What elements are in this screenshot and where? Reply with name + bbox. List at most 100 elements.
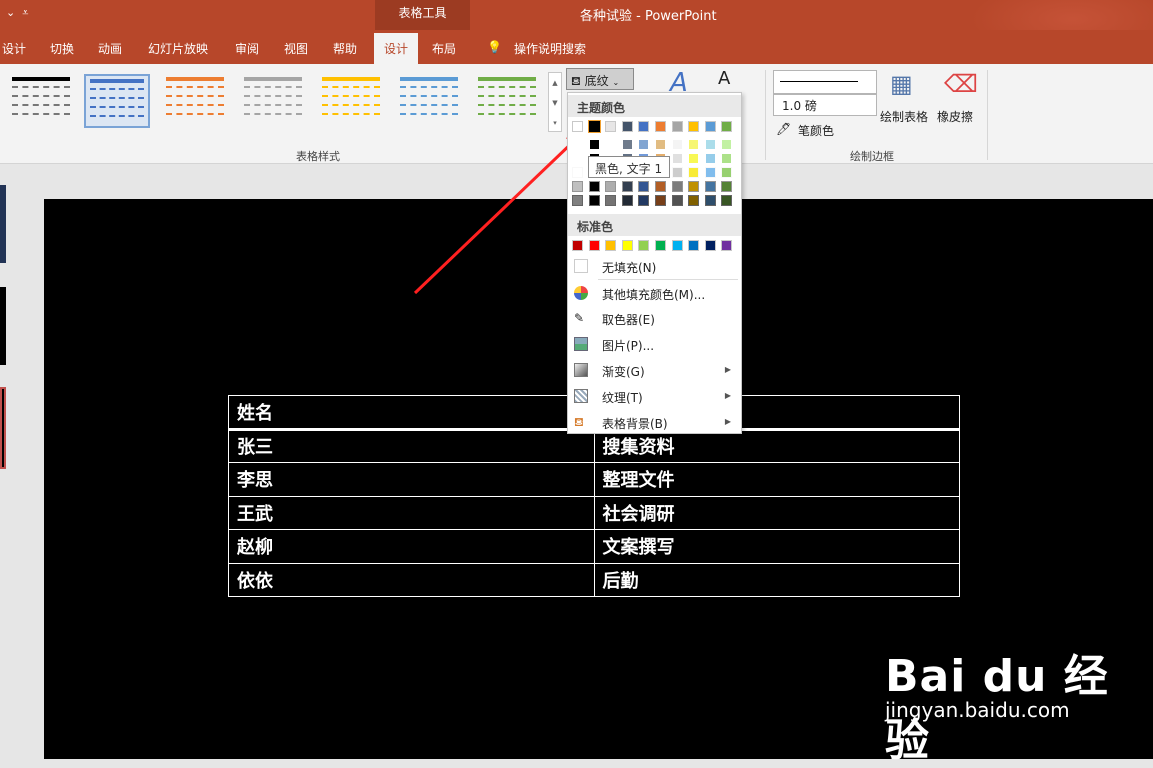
tab-view[interactable]: 视图 [284, 40, 308, 57]
tab-slideshow[interactable]: 幻灯片放映 [148, 40, 208, 57]
theme-color-swatch[interactable] [721, 121, 733, 132]
gallery-more-icon[interactable]: ▾ [549, 113, 561, 133]
eraser-button[interactable]: 橡皮擦 [937, 108, 973, 125]
tab-help[interactable]: 帮助 [333, 40, 357, 57]
pen-color-button[interactable]: 笔颜色 [798, 122, 834, 139]
theme-color-shade-swatch[interactable] [605, 181, 617, 192]
standard-color-swatch[interactable] [704, 240, 716, 251]
table-row[interactable]: 王武 社会调研 [228, 495, 960, 530]
theme-color-shade-swatch[interactable] [621, 139, 633, 150]
scroll-down-icon[interactable]: ▼ [549, 93, 561, 113]
standard-color-swatch[interactable] [605, 240, 617, 251]
theme-color-shade-swatch[interactable] [588, 139, 600, 150]
table-cell[interactable]: 依依 [228, 562, 595, 597]
theme-color-shade-swatch[interactable] [621, 181, 633, 192]
standard-color-swatch[interactable] [638, 240, 650, 251]
theme-color-shade-swatch[interactable] [688, 139, 700, 150]
table-cell[interactable]: 文案撰写 [593, 529, 960, 564]
draw-table-icon[interactable]: ▦ [890, 70, 913, 98]
eyedropper-option[interactable]: ✎ 取色器(E) [568, 307, 741, 331]
tab-layout[interactable]: 布局 [432, 40, 456, 57]
theme-color-shade-swatch[interactable] [572, 195, 583, 206]
no-fill-option[interactable]: 无填充(N) [568, 255, 741, 279]
table-cell[interactable]: 姓名 [228, 395, 595, 431]
theme-color-shade-swatch[interactable] [638, 139, 650, 150]
theme-color-shade-swatch[interactable] [621, 195, 633, 206]
table-cell[interactable]: 整理文件 [593, 462, 960, 497]
pen-color-icon[interactable]: 🖊 [776, 122, 791, 136]
theme-color-shade-swatch[interactable] [572, 181, 583, 192]
picture-option[interactable]: 图片(P)... [568, 333, 741, 357]
theme-color-shade-swatch[interactable] [605, 139, 617, 150]
theme-color-shade-swatch[interactable] [572, 139, 583, 150]
standard-color-swatch[interactable] [588, 240, 600, 251]
theme-color-shade-swatch[interactable] [721, 153, 733, 164]
texture-option[interactable]: 纹理(T) ▶ [568, 385, 741, 409]
theme-color-shade-swatch[interactable] [704, 153, 716, 164]
theme-color-shade-swatch[interactable] [704, 139, 716, 150]
table-style-thumb-selected[interactable] [84, 74, 150, 128]
table-style-thumb[interactable] [240, 74, 306, 128]
theme-color-shade-swatch[interactable] [688, 181, 700, 192]
standard-color-swatch[interactable] [721, 240, 733, 251]
slide-thumbnail[interactable] [0, 185, 6, 263]
theme-color-swatch[interactable] [671, 121, 683, 132]
tab-design[interactable]: 设计 [2, 40, 26, 57]
shading-button[interactable]: ⛾ 底纹 ⌄ [566, 68, 634, 90]
theme-color-shade-swatch[interactable] [704, 181, 716, 192]
table-cell[interactable]: 张三 [228, 428, 595, 463]
theme-color-swatch[interactable] [704, 121, 716, 132]
theme-color-shade-swatch[interactable] [688, 167, 700, 178]
search-tell-me[interactable]: 操作说明搜索 [514, 40, 586, 57]
standard-color-swatch[interactable] [671, 240, 683, 251]
theme-color-shade-swatch[interactable] [704, 195, 716, 206]
scroll-up-icon[interactable]: ▲ [549, 73, 561, 93]
standard-color-swatch[interactable] [688, 240, 700, 251]
table-cell[interactable]: 李思 [228, 462, 595, 497]
theme-color-shade-swatch[interactable] [655, 181, 666, 192]
theme-color-shade-swatch[interactable] [721, 167, 733, 178]
quick-access-chevron-icon[interactable]: ⌄ ⩡ [6, 6, 28, 20]
theme-color-shade-swatch[interactable] [721, 195, 733, 206]
theme-color-swatch[interactable] [572, 121, 583, 132]
theme-color-shade-swatch[interactable] [671, 181, 683, 192]
standard-color-swatch[interactable] [655, 240, 666, 251]
theme-color-shade-swatch[interactable] [721, 181, 733, 192]
theme-color-swatch[interactable] [638, 121, 650, 132]
theme-color-shade-swatch[interactable] [671, 139, 683, 150]
table-cell[interactable]: 后勤 [593, 562, 960, 597]
tab-review[interactable]: 审阅 [235, 40, 259, 57]
theme-color-shade-swatch[interactable] [704, 167, 716, 178]
theme-color-shade-swatch[interactable] [671, 153, 683, 164]
theme-color-shade-swatch[interactable] [572, 167, 583, 178]
table-style-thumb[interactable] [162, 74, 228, 128]
table-row[interactable]: 李思 整理文件 [228, 462, 960, 497]
theme-color-shade-swatch[interactable] [671, 195, 683, 206]
standard-color-swatch[interactable] [621, 240, 633, 251]
eraser-icon[interactable]: ⌫ [944, 70, 978, 98]
theme-color-shade-swatch[interactable] [721, 139, 733, 150]
theme-color-swatch[interactable] [605, 121, 617, 132]
table-style-thumb[interactable] [318, 74, 384, 128]
theme-color-shade-swatch[interactable] [671, 167, 683, 178]
table-style-thumb[interactable] [8, 74, 74, 128]
tab-table-design[interactable]: 设计 [374, 33, 419, 64]
table-style-thumb[interactable] [396, 74, 462, 128]
theme-color-shade-swatch[interactable] [655, 139, 666, 150]
theme-color-swatch[interactable] [655, 121, 666, 132]
theme-color-swatch[interactable] [621, 121, 633, 132]
slide-thumbnail[interactable] [0, 287, 6, 365]
gradient-option[interactable]: 渐变(G) ▶ [568, 359, 741, 383]
more-fill-colors-option[interactable]: 其他填充颜色(M)... [568, 282, 741, 306]
pen-weight-select[interactable]: 1.0 磅 [773, 94, 877, 116]
table-cell[interactable]: 王武 [228, 495, 595, 530]
tab-animations[interactable]: 动画 [98, 40, 122, 57]
theme-color-swatch[interactable] [587, 120, 601, 133]
theme-color-shade-swatch[interactable] [588, 195, 600, 206]
table-cell[interactable]: 社会调研 [593, 495, 960, 530]
theme-color-swatch[interactable] [688, 121, 700, 132]
standard-color-swatch[interactable] [572, 240, 583, 251]
draw-table-button[interactable]: 绘制表格 [880, 108, 928, 125]
text-outline-icon[interactable]: A [718, 68, 730, 89]
theme-color-shade-swatch[interactable] [638, 195, 650, 206]
